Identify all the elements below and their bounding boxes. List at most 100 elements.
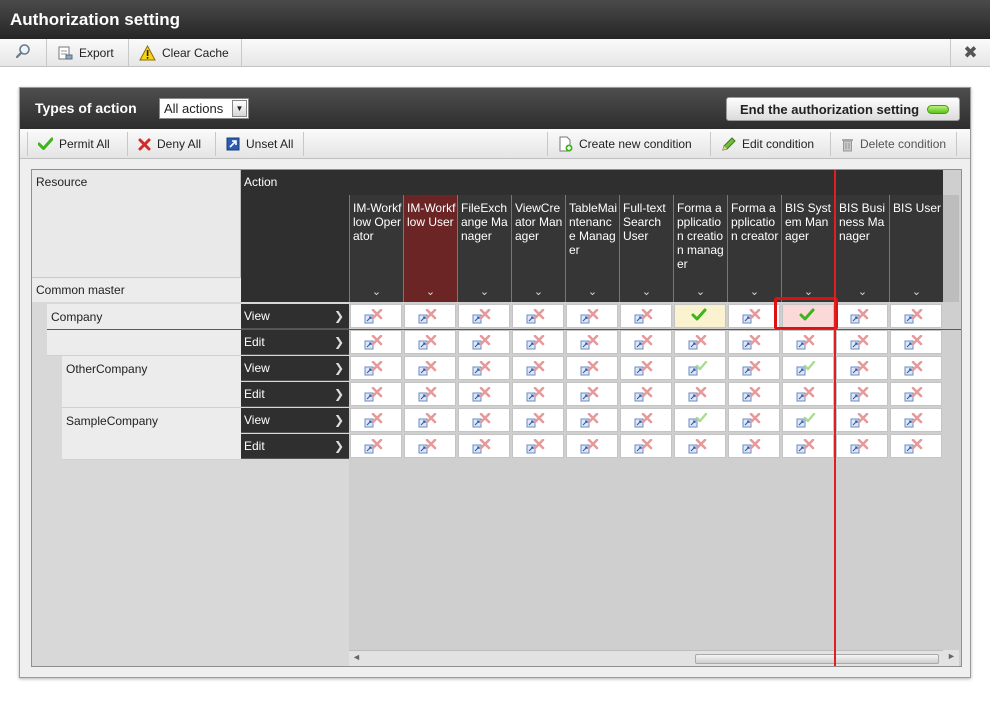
permission-cell-unset[interactable] <box>512 356 564 380</box>
scrollbar-thumb[interactable] <box>695 654 939 664</box>
horizontal-scrollbar[interactable]: ◄ <box>349 650 943 666</box>
permission-cell-unset[interactable] <box>566 434 618 458</box>
permission-cell-unset[interactable] <box>512 330 564 354</box>
permission-cell-unset[interactable] <box>512 434 564 458</box>
permission-cell-unset[interactable] <box>890 434 942 458</box>
permission-cell-unset[interactable] <box>620 356 672 380</box>
column-header[interactable]: BIS System Manager ⌄ <box>781 195 835 302</box>
permission-cell-unset[interactable] <box>674 382 726 406</box>
action-row-label[interactable]: Edit ❯ <box>241 330 349 355</box>
permission-cell-unset[interactable] <box>350 382 402 406</box>
chevron-down-icon[interactable]: ⌄ <box>620 285 673 299</box>
permission-cell-unset[interactable] <box>620 330 672 354</box>
permission-cell-unset[interactable] <box>890 356 942 380</box>
end-authorization-button[interactable]: End the authorization setting <box>726 97 960 121</box>
permit-all-button[interactable]: Permit All <box>27 132 120 156</box>
permission-cell-unset[interactable] <box>620 382 672 406</box>
permission-cell-unset[interactable] <box>782 330 834 354</box>
permission-cell-inherit[interactable] <box>782 356 834 380</box>
column-header[interactable]: Full-text Search User ⌄ <box>619 195 673 302</box>
permission-cell-unset[interactable] <box>620 304 672 328</box>
export-button[interactable]: Export <box>47 39 129 66</box>
permission-cell-unset[interactable] <box>404 330 456 354</box>
permission-cell-unset[interactable] <box>836 382 888 406</box>
permission-cell-unset[interactable] <box>836 408 888 432</box>
scroll-right-icon[interactable]: ► <box>947 651 956 661</box>
permission-cell-unset[interactable] <box>728 382 780 406</box>
permission-cell-inherit[interactable] <box>782 408 834 432</box>
permission-cell-unset[interactable] <box>566 330 618 354</box>
column-header[interactable]: IM-Workflow User ⌄ <box>403 195 457 302</box>
permission-cell-unset[interactable] <box>458 408 510 432</box>
types-of-action-select[interactable]: All actions ▼ <box>159 98 249 119</box>
permission-cell-unset[interactable] <box>458 356 510 380</box>
permission-cell-unset[interactable] <box>674 434 726 458</box>
permission-cell-unset[interactable] <box>404 408 456 432</box>
permission-cell-unset[interactable] <box>404 382 456 406</box>
edit-condition-button[interactable]: Edit condition <box>710 132 824 156</box>
deny-all-button[interactable]: Deny All <box>127 132 211 156</box>
permission-cell-permit[interactable] <box>674 304 726 328</box>
column-header[interactable]: IM-Workflow Operator ⌄ <box>349 195 403 302</box>
permission-cell-unset[interactable] <box>836 304 888 328</box>
action-row-label[interactable]: View ❯ <box>241 304 349 329</box>
column-header[interactable]: Forma application creator ⌄ <box>727 195 781 302</box>
permission-cell-unset[interactable] <box>458 382 510 406</box>
search-button[interactable] <box>0 39 47 66</box>
chevron-down-icon[interactable]: ⌄ <box>728 285 781 299</box>
chevron-down-icon[interactable]: ⌄ <box>566 285 619 299</box>
permission-cell-unset[interactable] <box>458 304 510 328</box>
permission-cell-unset[interactable] <box>836 330 888 354</box>
permission-cell-unset[interactable] <box>782 382 834 406</box>
permission-cell-unset[interactable] <box>836 356 888 380</box>
permission-cell-unset[interactable] <box>350 356 402 380</box>
permission-cell-unset[interactable] <box>836 434 888 458</box>
action-row-label[interactable]: View ❯ <box>241 408 349 433</box>
permission-cell-unset[interactable] <box>404 434 456 458</box>
permission-cell-unset[interactable] <box>674 330 726 354</box>
permission-cell-unset[interactable] <box>404 304 456 328</box>
permission-cell-unset[interactable] <box>620 434 672 458</box>
resource-row-label[interactable]: Company <box>47 304 241 356</box>
chevron-down-icon[interactable]: ⌄ <box>404 285 457 299</box>
scroll-left-icon[interactable]: ◄ <box>352 652 361 662</box>
create-condition-button[interactable]: Create new condition <box>547 132 702 156</box>
permission-cell-unset[interactable] <box>566 408 618 432</box>
permission-cell-unset[interactable] <box>566 304 618 328</box>
permission-cell-unset[interactable] <box>512 382 564 406</box>
permission-cell-unset[interactable] <box>512 304 564 328</box>
permission-cell-unset[interactable] <box>350 330 402 354</box>
resource-row-label[interactable]: OtherCompany <box>62 356 241 408</box>
permission-cell-unset[interactable] <box>566 356 618 380</box>
permission-cell-unset[interactable] <box>512 408 564 432</box>
action-row-label[interactable]: Edit ❯ <box>241 382 349 407</box>
delete-condition-button[interactable]: Delete condition <box>830 132 958 156</box>
column-header[interactable]: FileExchange Manager ⌄ <box>457 195 511 302</box>
chevron-down-icon[interactable]: ⌄ <box>836 285 889 299</box>
permission-cell-unset[interactable] <box>404 356 456 380</box>
permission-cell-unset[interactable] <box>782 434 834 458</box>
close-icon[interactable]: ✖ <box>950 39 990 66</box>
permission-cell-unset[interactable] <box>350 434 402 458</box>
clear-cache-button[interactable]: Clear Cache <box>129 39 242 66</box>
column-header[interactable]: TableMaintenance Manager ⌄ <box>565 195 619 302</box>
action-row-label[interactable]: Edit ❯ <box>241 434 349 459</box>
permission-cell-unset[interactable] <box>890 382 942 406</box>
permission-cell-unset[interactable] <box>566 382 618 406</box>
permission-cell-unset[interactable] <box>458 330 510 354</box>
permission-cell-unset[interactable] <box>350 408 402 432</box>
chevron-down-icon[interactable]: ⌄ <box>350 285 403 299</box>
chevron-down-icon[interactable]: ⌄ <box>512 285 565 299</box>
column-header[interactable]: Forma application creation manager ⌄ <box>673 195 727 302</box>
permission-cell-unset[interactable] <box>728 304 780 328</box>
chevron-down-icon[interactable]: ⌄ <box>458 285 511 299</box>
action-row-label[interactable]: View ❯ <box>241 356 349 381</box>
permission-cell-unset[interactable] <box>890 408 942 432</box>
chevron-down-icon[interactable]: ⌄ <box>890 285 943 299</box>
permission-cell-unset[interactable] <box>728 356 780 380</box>
unset-all-button[interactable]: Unset All <box>215 132 305 156</box>
column-header[interactable]: BIS User ⌄ <box>889 195 943 302</box>
column-header[interactable]: BIS Business Manager ⌄ <box>835 195 889 302</box>
chevron-down-icon[interactable]: ⌄ <box>674 285 727 299</box>
permission-cell-inherit[interactable] <box>674 408 726 432</box>
